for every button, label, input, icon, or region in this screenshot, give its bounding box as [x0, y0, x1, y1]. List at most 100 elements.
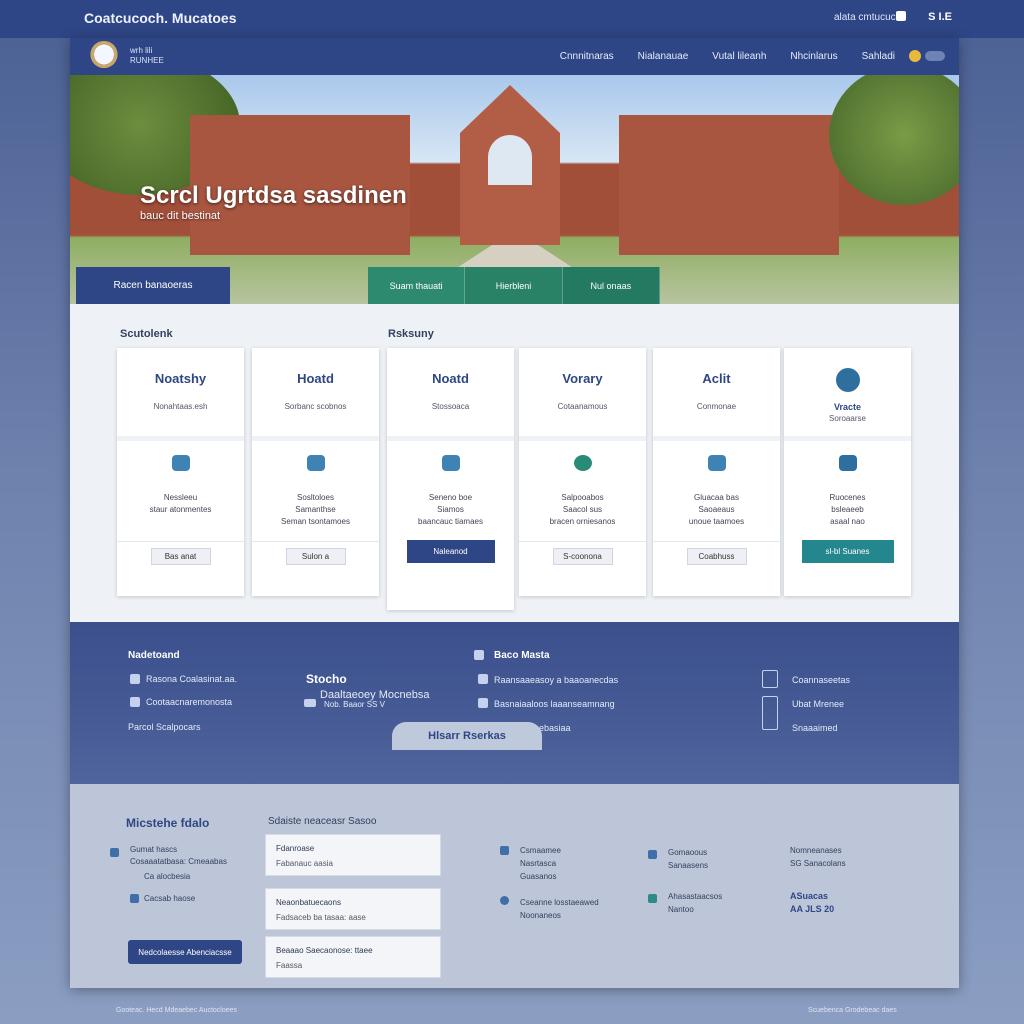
card-subtitle: Stossoaca — [431, 402, 470, 411]
nav-link-3[interactable]: Vutal lileanh — [712, 51, 766, 62]
card-detail: Nessleeu staur atonmentes — [149, 493, 212, 514]
card-button[interactable]: Coabhuss — [686, 548, 747, 565]
program-card: Hoatd Sorbanc scobnos Sosltoloes Samanth… — [252, 348, 379, 596]
hero-banner: Scrcl Ugrtdsa sasdinen bauc dit bestinat… — [70, 75, 959, 304]
program-card: Noatshy Nonahtaas.esh Nessleeu staur ato… — [117, 348, 244, 596]
card-title: Hoatd — [297, 371, 334, 386]
school-logo-icon[interactable] — [86, 41, 122, 71]
form-field-value: Faassa — [276, 961, 303, 970]
form-field-value: Fabanauc aasia — [276, 859, 333, 868]
page-container: wrh lili RUNHEE Cnnnitnaras Nialanauae V… — [70, 38, 959, 988]
form-field-label: Fdanroase — [276, 844, 315, 853]
hero-subtitle: bauc dit bestinat — [140, 210, 221, 222]
footer-text[interactable]: Csmaamee Nasrtasca Guasanos — [520, 844, 561, 883]
contact-item[interactable]: Cacsab haose — [144, 894, 195, 903]
book-icon — [474, 650, 484, 660]
info-item[interactable]: Basnaiaaloos laaanseamnang — [494, 699, 615, 709]
info-item[interactable]: Rasona Coalasinat.aa. — [146, 674, 237, 684]
info-item[interactable]: Coannaseetas — [792, 675, 850, 685]
form-field[interactable]: Fdanroase Fabanauc aasia — [265, 834, 441, 876]
nav-link-4[interactable]: Nhcinlarus — [790, 51, 837, 62]
nav-link-1[interactable]: Cnnnitnaras — [560, 51, 614, 62]
submit-button[interactable]: Nedcolaesse Abenciacsse — [128, 940, 242, 964]
info-item[interactable]: Cootaacnaremonosta — [146, 697, 232, 707]
card-divider — [519, 541, 646, 542]
info-heading: Stocho — [306, 672, 347, 686]
footer-text[interactable]: Nomneanases SG Sanacolans — [790, 844, 846, 870]
card-button[interactable]: Sulon a — [285, 548, 346, 565]
card-button[interactable]: Bas anat — [150, 548, 211, 565]
card-divider — [117, 436, 244, 441]
logo-text: wrh lili RUNHEE — [130, 46, 164, 65]
card-divider — [653, 541, 780, 542]
info-item[interactable]: Ubat Mrenee — [792, 699, 844, 709]
section-tab-bubble[interactable]: Hlsarr Rserkas — [392, 722, 542, 750]
card-subtitle: Conmonae — [696, 402, 737, 411]
footer: Micstehe fdalo Gumat hascs Cosaaatatbasa… — [70, 784, 959, 988]
contact-item[interactable]: Gumat hascs Cosaaatatbasa: Cmeaabas — [130, 844, 227, 868]
footer-text[interactable]: Cseanne losstaeawed Noonaneos — [520, 896, 599, 922]
info-item[interactable]: Raansaaeasoy a baaoanecdas — [494, 675, 618, 685]
card-subtitle: Sorbanc scobnos — [284, 402, 347, 411]
card-detail: Gluacaa bas Saoaeaus unoue taamoes — [688, 493, 745, 526]
program-card: Aclit Conmonae Gluacaa bas Saoaeaus unou… — [653, 348, 780, 596]
top-meta: alata cmtucuc.e — [833, 12, 904, 23]
card-title: Noatd — [432, 371, 469, 386]
card-divider — [117, 541, 244, 542]
badge-icon — [835, 368, 860, 392]
program-card: Vracte Soroaarse Ruocenes bsleaeeb asaal… — [784, 348, 911, 596]
info-item[interactable]: Snaaaimed — [792, 723, 838, 733]
program-icon — [707, 455, 726, 471]
building-image — [619, 115, 839, 255]
footer-text[interactable]: ASuacas AA JLS 20 — [790, 890, 834, 916]
card-title: Aclit — [702, 371, 731, 386]
arrow-icon — [478, 674, 488, 684]
info-band: Nadetoand Rasona Coalasinat.aa. Cootaacn… — [70, 622, 959, 784]
bus-icon — [648, 894, 657, 903]
flag-icon — [896, 11, 906, 21]
mail-icon — [110, 848, 119, 857]
hero-tab-1[interactable]: Suam thauati — [368, 267, 466, 304]
section-label-left: Scutolenk — [120, 328, 173, 340]
copyright-text: Gooteac. Hecd Mdeaebec Auctocloees — [116, 1007, 238, 1014]
contact-item[interactable]: Ca alocbesia — [144, 872, 190, 881]
search-icon[interactable] — [925, 51, 945, 61]
info-heading: Nadetoand — [128, 650, 180, 661]
footer-heading: Micstehe fdalo — [126, 816, 210, 830]
credit-text: Scuebenca Grodebeac daes — [808, 1007, 897, 1014]
main-nav: wrh lili RUNHEE Cnnnitnaras Nialanauae V… — [70, 38, 959, 75]
card-detail: Salpooabos Saacol sus bracen orniesanos — [549, 493, 616, 526]
form-field[interactable]: Neaonbatuecaons Fadsaceb ba tasaa: aase — [265, 888, 441, 930]
top-bar: Coatcucoch. Mucatoes alata cmtucuc.e S I… — [0, 0, 1024, 38]
tree-image — [829, 75, 959, 205]
card-button[interactable]: sl-bl Suanes — [801, 540, 894, 563]
site-brand[interactable]: Coatcucoch. Mucatoes — [84, 10, 236, 26]
language-selector[interactable]: S I.E — [928, 11, 952, 23]
program-icon — [306, 455, 325, 471]
door-icon — [762, 696, 778, 730]
card-title: Noatshy — [154, 371, 207, 386]
card-divider — [387, 436, 514, 441]
section-label-right: Rsksuny — [388, 328, 434, 340]
program-icon — [441, 455, 460, 471]
footer-text[interactable]: Gomaoous Sanaasens — [668, 846, 708, 872]
nav-links: Cnnnitnaras Nialanauae Vutal lileanh Nhc… — [560, 51, 895, 62]
card-button[interactable]: S-coonona — [552, 548, 613, 565]
card-detail: Seneno boe Siamos baancauc tiamaes — [418, 493, 483, 526]
card-icon — [304, 699, 316, 707]
footer-text[interactable]: Ahasastaacsos Nantoo — [668, 890, 722, 916]
arrow-icon — [478, 698, 488, 708]
hero-tab-2[interactable]: Hierbleni — [465, 267, 563, 304]
info-item[interactable]: Parcol Scalpocars — [128, 722, 201, 732]
card-title: Vracte — [833, 402, 862, 412]
hero-tab-3[interactable]: Nul onaas — [562, 267, 660, 304]
card-button[interactable]: Naleanod — [406, 540, 495, 563]
nav-link-5[interactable]: Sahladi — [862, 51, 895, 62]
card-detail: Sosltoloes Samanthse Seman tsontamoes — [281, 493, 350, 526]
nav-link-2[interactable]: Nialanauae — [638, 51, 689, 62]
form-field[interactable]: Beaaao Saecaonose: ttaee Faassa — [265, 936, 441, 978]
user-icon[interactable] — [909, 50, 921, 62]
hero-cta-button[interactable]: Racen banaoeras — [76, 267, 230, 304]
pin-icon — [130, 894, 139, 903]
globe-icon — [500, 896, 509, 905]
